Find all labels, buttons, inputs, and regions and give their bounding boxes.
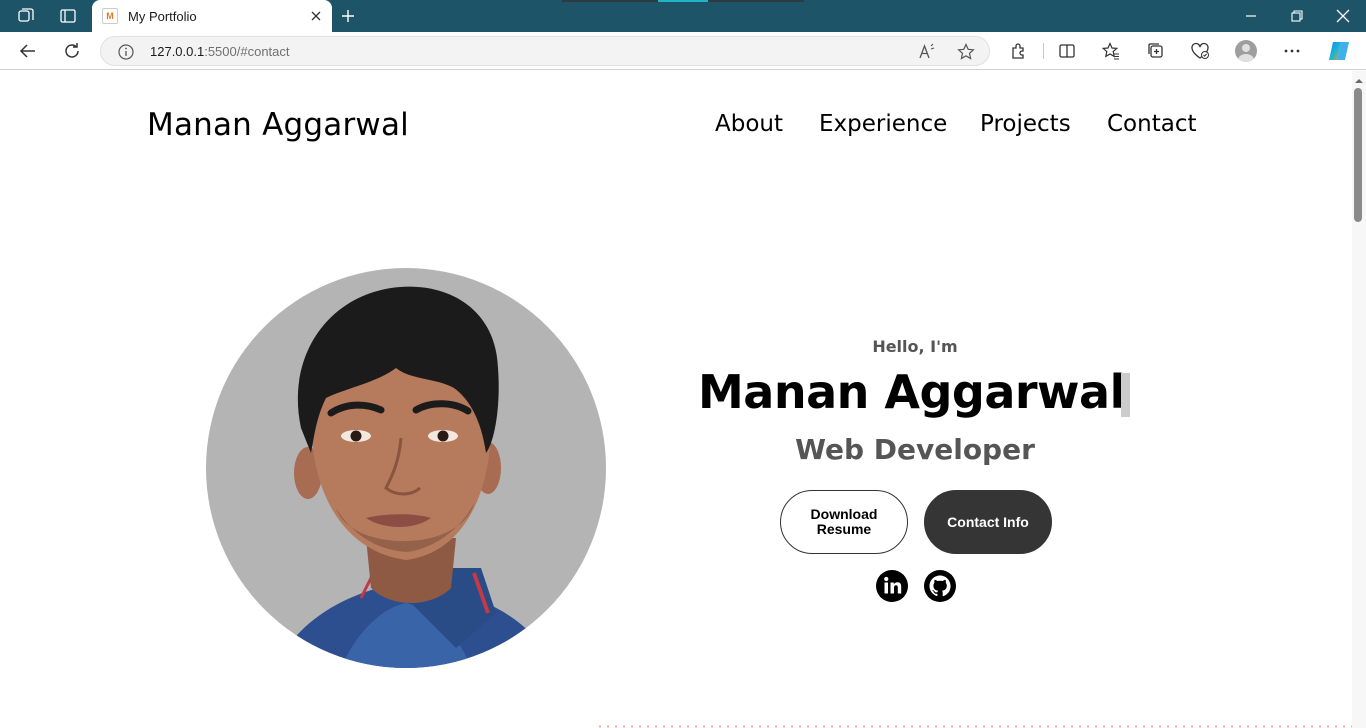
hero-role: Web Developer xyxy=(795,433,1035,466)
workspaces-icon[interactable] xyxy=(16,6,36,26)
tab-actions-icon[interactable] xyxy=(58,6,78,26)
contact-info-button[interactable]: Contact Info xyxy=(924,490,1052,554)
nav-link-projects[interactable]: Projects xyxy=(980,111,1071,137)
back-arrow-icon[interactable] xyxy=(18,41,38,61)
url-host: 127.0.0.1 xyxy=(150,44,205,59)
scrollbar-thumb[interactable] xyxy=(1354,88,1362,222)
github-icon[interactable] xyxy=(923,569,957,603)
download-resume-label-line1: Download xyxy=(810,506,878,522)
browser-toolbar: 127.0.0.1:5500/#contact xyxy=(0,32,1366,70)
download-resume-button[interactable]: Download Resume xyxy=(780,490,908,554)
refresh-icon[interactable] xyxy=(62,41,82,61)
download-resume-label-line2: Resume xyxy=(816,521,872,537)
linkedin-icon[interactable] xyxy=(875,569,909,603)
plus-icon[interactable] xyxy=(338,6,358,26)
tab-favicon: M xyxy=(102,8,118,24)
url-path: :5500/#contact xyxy=(204,44,290,59)
site-logo[interactable]: Manan Aggarwal xyxy=(147,107,409,143)
close-window-icon[interactable] xyxy=(1333,6,1353,26)
page-viewport: Manan Aggarwal About Experience Projects… xyxy=(0,71,1352,728)
browser-titlebar: M My Portfolio xyxy=(0,0,1366,32)
puzzle-icon[interactable] xyxy=(1009,41,1029,61)
minimize-icon[interactable] xyxy=(1241,6,1261,26)
favorites-icon[interactable] xyxy=(1101,41,1121,61)
heart-pulse-icon[interactable] xyxy=(1190,41,1210,61)
address-bar[interactable]: 127.0.0.1:5500/#contact xyxy=(100,36,990,66)
collections-icon[interactable] xyxy=(1146,41,1166,61)
profile-avatar[interactable] xyxy=(1235,40,1257,62)
scroll-up-arrow-icon[interactable] xyxy=(1354,73,1364,83)
more-dots-icon[interactable] xyxy=(1282,41,1302,61)
browser-tab-active[interactable]: M My Portfolio xyxy=(92,0,332,32)
window-drag-strip xyxy=(708,0,804,2)
restore-icon[interactable] xyxy=(1287,6,1307,26)
close-icon[interactable] xyxy=(306,6,326,26)
window-drag-strip xyxy=(562,0,658,2)
copilot-icon[interactable] xyxy=(1327,40,1351,62)
nav-link-experience[interactable]: Experience xyxy=(819,111,947,137)
hero-name: Manan Aggarwal xyxy=(698,365,1125,419)
profile-photo xyxy=(206,268,606,668)
typing-cursor xyxy=(1121,373,1130,417)
info-icon[interactable] xyxy=(117,43,135,61)
star-icon[interactable] xyxy=(956,42,976,62)
window-drag-strip-accent xyxy=(658,0,708,2)
nav-link-contact[interactable]: Contact xyxy=(1107,111,1196,137)
tab-title: My Portfolio xyxy=(128,8,197,24)
toolbar-separator xyxy=(1043,43,1044,59)
url-text[interactable]: 127.0.0.1:5500/#contact xyxy=(150,44,290,59)
read-aloud-icon[interactable] xyxy=(917,42,937,62)
split-screen-icon[interactable] xyxy=(1057,41,1077,61)
nav-link-about[interactable]: About xyxy=(715,111,783,137)
hero-greeting: Hello, I'm xyxy=(872,337,958,356)
